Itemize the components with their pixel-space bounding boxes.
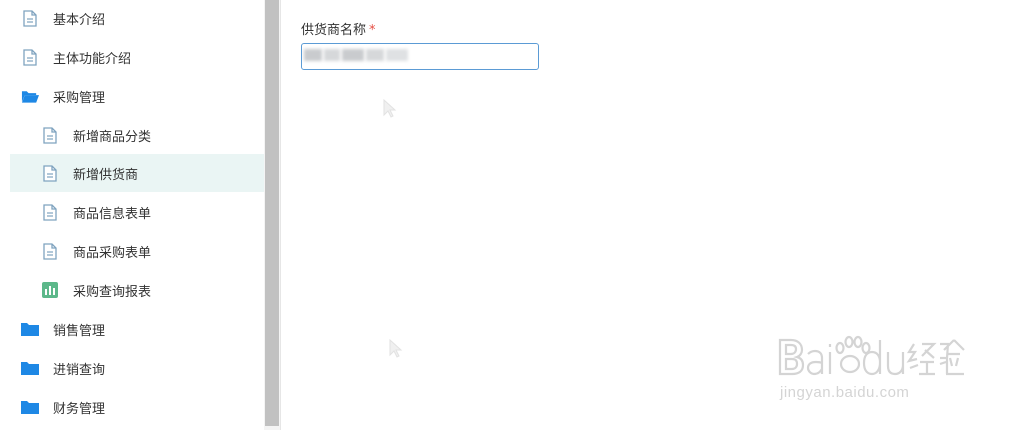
redacted-text	[304, 49, 322, 61]
sidebar-item-inventory-query[interactable]: 进销查询	[10, 349, 264, 387]
document-icon	[21, 9, 39, 27]
document-icon	[41, 203, 59, 221]
required-mark: *	[369, 23, 376, 38]
redacted-text	[324, 49, 340, 61]
document-icon	[41, 126, 59, 144]
sidebar-item-label: 新增商品分类	[73, 129, 152, 145]
supplier-name-input[interactable]	[301, 43, 539, 70]
sidebar-item-label: 基本介绍	[53, 12, 106, 28]
sidebar-item-label: 进销查询	[53, 362, 106, 378]
sidebar-item-label: 采购管理	[53, 90, 106, 106]
sidebar-item-add-product-category[interactable]: 新增商品分类	[10, 116, 264, 154]
sidebar-scrollbar[interactable]	[264, 0, 281, 430]
sidebar-item-main-functions[interactable]: 主体功能介绍	[10, 38, 264, 76]
folder-icon	[21, 359, 39, 377]
sidebar-item-purchase-management[interactable]: 采购管理	[10, 77, 264, 115]
sidebar-item-product-purchase-form[interactable]: 商品采购表单	[10, 232, 264, 270]
folder-open-icon	[21, 87, 39, 105]
baidu-watermark: jingyan.baidu.com	[776, 318, 976, 408]
watermark-url: jingyan.baidu.com	[780, 384, 910, 401]
document-icon	[41, 242, 59, 260]
folder-icon	[21, 320, 39, 338]
sidebar-item-label: 新增供货商	[73, 167, 139, 183]
sidebar-item-label: 商品采购表单	[73, 245, 152, 261]
baidu-jingyan-logo	[778, 335, 965, 376]
sidebar-item-sales-management[interactable]: 销售管理	[10, 310, 264, 348]
sidebar-nav: 基本介绍 主体功能介绍 采购管理 新增商品分类 新增供货商 商品信息表单 商品采…	[0, 0, 264, 430]
folder-icon	[21, 398, 39, 416]
mouse-cursor-icon	[389, 339, 403, 358]
sidebar-item-label: 采购查询报表	[73, 284, 152, 300]
scrollbar-thumb[interactable]	[265, 0, 279, 426]
redacted-text	[342, 49, 364, 61]
mouse-cursor-icon	[383, 99, 397, 118]
redacted-text	[386, 49, 408, 61]
document-icon	[41, 164, 59, 182]
sidebar-item-label: 销售管理	[53, 323, 106, 339]
document-icon	[21, 48, 39, 66]
supplier-name-label-text: 供货商名称	[301, 23, 367, 38]
redacted-text	[366, 49, 384, 61]
sidebar-item-purchase-query-report[interactable]: 采购查询报表	[10, 271, 264, 309]
sidebar-item-label: 财务管理	[53, 401, 106, 417]
sidebar-item-label: 商品信息表单	[73, 206, 152, 222]
sidebar-item-basic-intro[interactable]: 基本介绍	[10, 0, 264, 37]
sidebar-item-product-info-form[interactable]: 商品信息表单	[10, 193, 264, 231]
sidebar-item-finance-management[interactable]: 财务管理	[10, 388, 264, 426]
bar-chart-icon	[41, 281, 59, 299]
sidebar-item-add-supplier[interactable]: 新增供货商	[10, 154, 264, 192]
supplier-name-label: 供货商名称 *	[301, 19, 376, 38]
sidebar-item-label: 主体功能介绍	[53, 51, 132, 67]
